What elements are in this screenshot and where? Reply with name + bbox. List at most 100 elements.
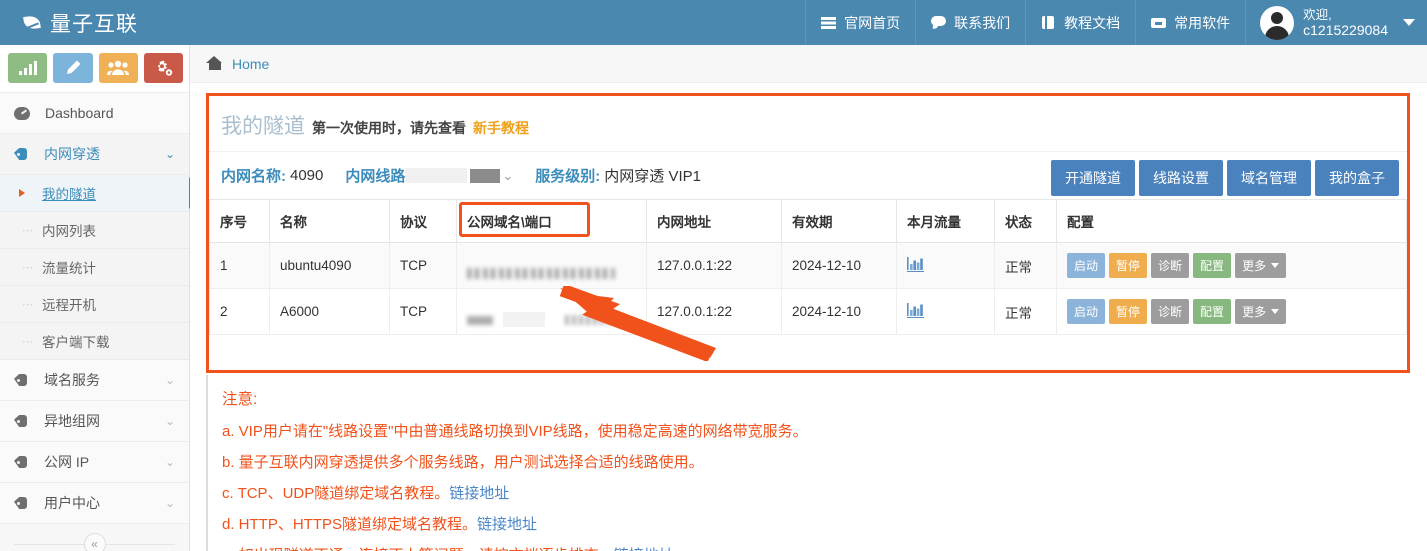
brand-logo[interactable]: 量子互联 — [0, 0, 190, 45]
inbox-icon — [1151, 16, 1167, 29]
note-item-c: c. TCP、UDP隧道绑定域名教程。链接地址 — [222, 482, 1410, 503]
sidebar-group-remote-networking[interactable]: 异地组网 ⌄ — [0, 401, 189, 442]
redaction-block — [470, 168, 501, 183]
chevron-down-icon[interactable] — [1403, 19, 1415, 26]
note-item-e-text: e. 如出现隧道不通、连接不上等问题，请按文档逐步排查。 — [222, 547, 614, 551]
table-head: 序号 名称 协议 公网域名\端口 内网地址 有效期 本月流量 状态 配置 — [209, 199, 1407, 243]
intranet-line-label: 内网线路 — [345, 168, 406, 185]
panel-header: 我的隧道 第一次使用时，请先查看 新手教程 — [209, 96, 1407, 152]
sidebar-item-my-tunnels-label: 我的隧道 — [42, 187, 96, 202]
sidebar-item-remote-boot[interactable]: ⋯ 远程开机 — [0, 286, 189, 323]
dashboard-icon — [14, 106, 31, 121]
cell-protocol: TCP — [389, 288, 457, 335]
cell-protocol: TCP — [389, 242, 457, 289]
sidebar-group-user-center[interactable]: 用户中心 ⌄ — [0, 483, 189, 524]
sidebar-group-intranet-penetration[interactable]: 内网穿透 ⌄ — [0, 134, 189, 175]
cell-index: 2 — [209, 288, 270, 335]
bar-chart-icon — [18, 61, 37, 75]
traffic-chart-link[interactable] — [907, 256, 924, 272]
sidebar-group-remote-networking-label: 异地组网 — [44, 413, 100, 429]
tree-dots: ⋯ — [22, 335, 33, 348]
cell-monthly-traffic — [896, 288, 995, 335]
chevron-down-icon: ⌄ — [164, 373, 175, 387]
tree-dots: ⋯ — [22, 261, 33, 274]
cell-status: 正常 — [994, 288, 1057, 335]
beginner-tutorial-link[interactable]: 新手教程 — [473, 118, 529, 138]
configure-button[interactable]: 配置 — [1193, 253, 1232, 278]
cell-lan-address: 127.0.0.1:22 — [646, 242, 782, 289]
start-button[interactable]: 启动 — [1067, 253, 1106, 278]
configure-button[interactable]: 配置 — [1193, 299, 1232, 324]
sidebar: Dashboard 内网穿透 ⌄ 我的隧道 ⋯ 内网列表 ⋯ 流量统计 ⋯ 远程… — [0, 45, 203, 551]
my-box-button[interactable]: 我的盒子 — [1315, 160, 1399, 196]
diagnose-button[interactable]: 诊断 — [1151, 299, 1190, 324]
bar-chart-icon — [907, 256, 923, 270]
sidebar-group-domain-service[interactable]: 域名服务 ⌄ — [0, 360, 189, 401]
cell-expiry: 2024-12-10 — [781, 242, 897, 289]
column-header-monthly-traffic: 本月流量 — [896, 199, 995, 243]
tag-icon — [14, 414, 30, 428]
more-button[interactable]: 更多 — [1235, 299, 1287, 324]
note-item-a: a. VIP用户请在"线路设置"中由普通线路切换到VIP线路，使用稳定高速的网络… — [222, 420, 1410, 441]
line-settings-button[interactable]: 线路设置 — [1139, 160, 1223, 196]
home-icon — [206, 56, 223, 71]
row-actions: 启动 暂停 诊断 配置 更多 — [1067, 253, 1396, 278]
sidebar-item-dashboard[interactable]: Dashboard — [0, 93, 189, 134]
chevron-down-icon: ⌄ — [164, 455, 175, 469]
nav-official-site[interactable]: 官网首页 — [805, 0, 915, 45]
user-menu[interactable]: 欢迎, c1215229084 — [1245, 0, 1427, 45]
user-avatar-icon — [1260, 5, 1295, 40]
service-level-value: 内网穿透 VIP1 — [604, 168, 701, 185]
diagnose-button[interactable]: 诊断 — [1151, 253, 1190, 278]
sidebar-item-my-tunnels[interactable]: 我的隧道 — [0, 175, 203, 212]
pause-button[interactable]: 暂停 — [1109, 253, 1148, 278]
breadcrumb-home-link[interactable]: Home — [232, 56, 269, 72]
sidebar-subnav: 我的隧道 ⋯ 内网列表 ⋯ 流量统计 ⋯ 远程开机 ⋯ 客户端下载 — [0, 175, 203, 360]
tag-icon — [14, 373, 30, 387]
bar-chart-icon — [907, 302, 923, 316]
sidebar-group-intranet-penetration-label: 内网穿透 — [44, 146, 100, 162]
sidebar-collapse-button[interactable]: « — [83, 532, 106, 551]
chart-tile[interactable] — [8, 53, 48, 83]
sidebar-item-traffic-stats[interactable]: ⋯ 流量统计 — [0, 249, 189, 286]
tree-dots: ⋯ — [22, 224, 33, 237]
users-tile[interactable] — [98, 53, 138, 83]
sidebar-item-intranet-list[interactable]: ⋯ 内网列表 — [0, 212, 189, 249]
cell-config: 启动 暂停 诊断 配置 更多 — [1056, 242, 1407, 289]
tunnels-table: 序号 名称 协议 公网域名\端口 内网地址 有效期 本月流量 状态 配置 1 u… — [209, 199, 1407, 335]
panel-action-buttons: 开通隧道 线路设置 域名管理 我的盒子 — [1051, 160, 1399, 196]
note-item-d-text: d. HTTP、HTTPS隧道绑定域名教程。 — [222, 516, 478, 533]
pause-button[interactable]: 暂停 — [1109, 299, 1148, 324]
tag-icon — [14, 455, 30, 469]
traffic-chart-link[interactable] — [907, 302, 924, 318]
nav-contact-us-label: 联系我们 — [954, 14, 1011, 31]
nav-contact-us[interactable]: 联系我们 — [915, 0, 1025, 45]
sidebar-collapse-row: « — [0, 524, 189, 551]
note-item-d-link[interactable]: 链接地址 — [477, 516, 537, 533]
redaction-block: ⌄ — [502, 167, 514, 183]
domain-management-button[interactable]: 域名管理 — [1227, 160, 1311, 196]
notes-section: 注意: a. VIP用户请在"线路设置"中由普通线路切换到VIP线路，使用稳定高… — [206, 375, 1410, 551]
sidebar-item-client-download[interactable]: ⋯ 客户端下载 — [0, 323, 189, 360]
chevron-down-icon: ⌄ — [164, 147, 175, 161]
edit-tile[interactable] — [53, 53, 93, 83]
nav-tutorial-docs[interactable]: 教程文档 — [1025, 0, 1135, 45]
user-greeting: 欢迎, — [1303, 7, 1332, 22]
chevron-down-icon: ⌄ — [164, 496, 175, 510]
sidebar-group-public-ip[interactable]: 公网 IP ⌄ — [0, 442, 189, 483]
more-button[interactable]: 更多 — [1235, 253, 1287, 278]
nav-common-software[interactable]: 常用软件 — [1135, 0, 1245, 45]
breadcrumb: Home — [190, 45, 1427, 83]
settings-tile[interactable] — [143, 53, 183, 83]
tag-icon — [14, 496, 30, 510]
column-header-index: 序号 — [209, 199, 270, 243]
intranet-name-value: 4090 — [290, 167, 324, 184]
note-item-c-link[interactable]: 链接地址 — [449, 485, 509, 502]
pencil-icon — [66, 60, 81, 74]
start-button[interactable]: 启动 — [1067, 299, 1106, 324]
open-tunnel-button[interactable]: 开通隧道 — [1051, 160, 1135, 196]
my-tunnels-panel: 我的隧道 第一次使用时，请先查看 新手教程 内网名称: 4090 内网线路 ⌄ … — [206, 93, 1410, 373]
note-item-e-link[interactable]: 链接地址 — [614, 547, 674, 551]
chevron-down-icon — [1271, 309, 1280, 314]
cell-monthly-traffic — [896, 242, 995, 289]
